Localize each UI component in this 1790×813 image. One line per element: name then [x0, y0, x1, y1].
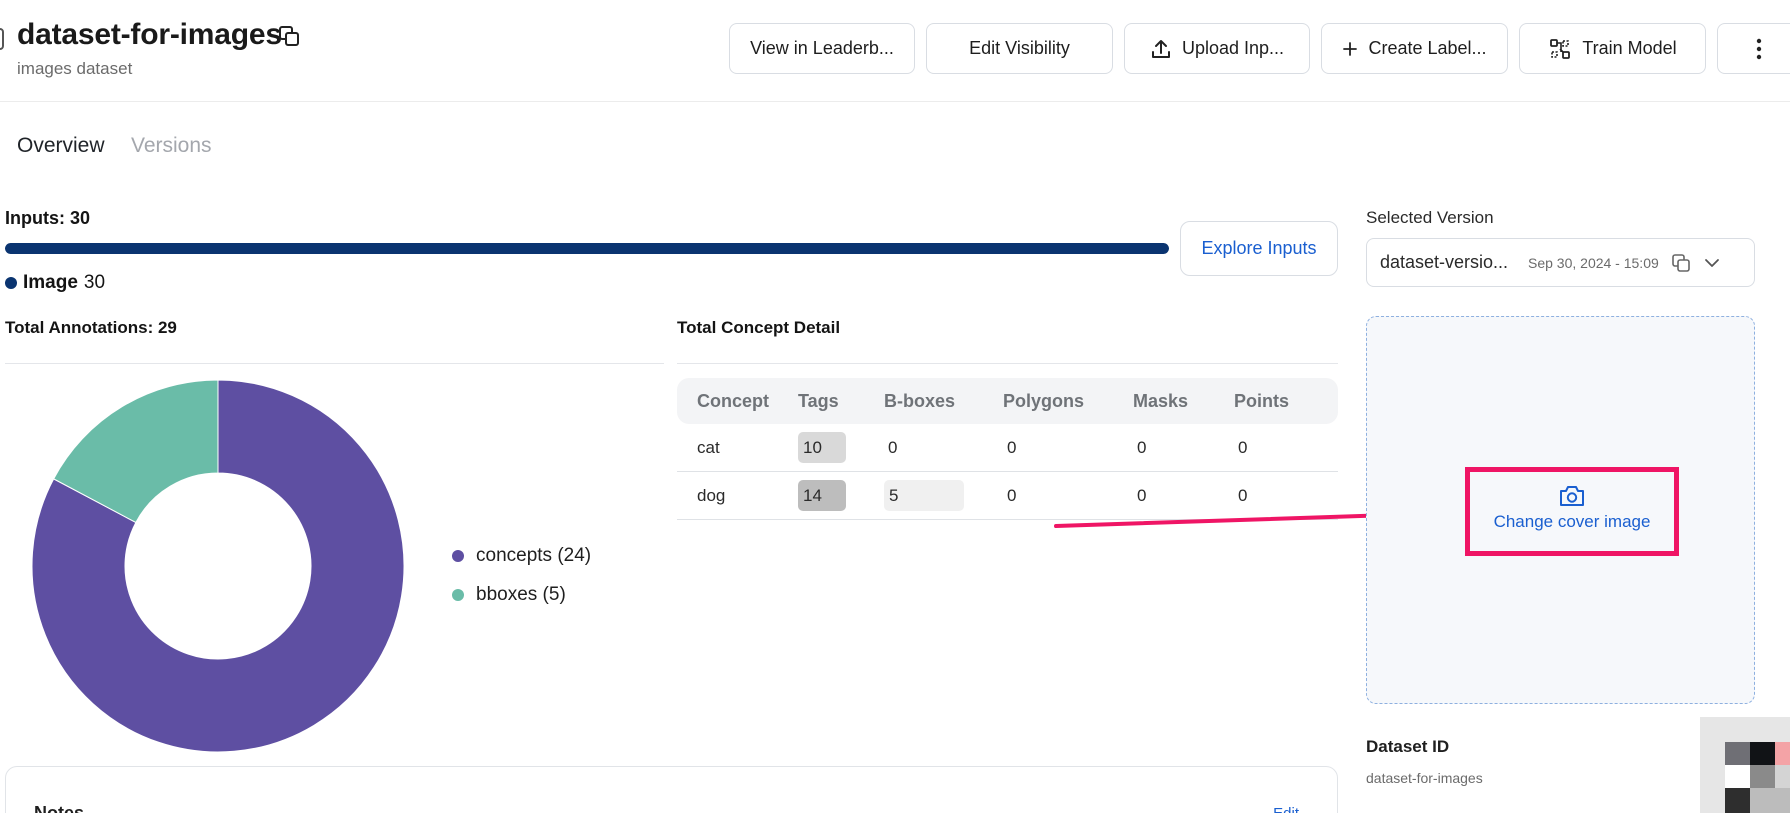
notes-card: Notes Edit [5, 766, 1338, 813]
cell-tags: 10 [798, 432, 846, 463]
cell-concept: cat [697, 437, 720, 457]
copy-icon[interactable] [278, 25, 300, 47]
cell-polygons: 0 [1007, 437, 1017, 457]
cell-points: 0 [1238, 437, 1248, 457]
tab-overview[interactable]: Overview [17, 134, 105, 158]
cell-masks: 0 [1137, 437, 1147, 457]
col-masks[interactable]: Masks [1133, 391, 1234, 412]
image-legend: Image 30 [5, 272, 105, 294]
legend-item-concepts[interactable]: concepts (24) [452, 536, 591, 575]
image-legend-count: 30 [83, 272, 106, 293]
cell-tags: 14 [798, 480, 846, 511]
edit-visibility-label: Edit Visibility [969, 38, 1070, 58]
plus-icon [1343, 41, 1358, 56]
view-in-leaderboard-label: View in Leaderb... [750, 38, 894, 58]
col-points[interactable]: Points [1234, 391, 1338, 412]
col-concept[interactable]: Concept [677, 391, 798, 412]
version-select[interactable]: dataset-versio... Sep 30, 2024 - 15:09 [1366, 238, 1755, 287]
create-labels-label: Create Label... [1368, 38, 1487, 58]
dataset-description: images dataset [17, 59, 133, 78]
notes-label: Notes [34, 803, 85, 813]
concept-detail-title: Total Concept Detail [677, 318, 841, 337]
upload-inputs-label: Upload Inp... [1181, 38, 1285, 58]
page-header: dataset-for-images images dataset View i… [0, 0, 1790, 102]
copy-version-icon[interactable] [1671, 253, 1691, 273]
legend-label-concepts: concepts (24) [476, 544, 592, 566]
edit-visibility-button[interactable]: Edit Visibility [926, 23, 1113, 74]
change-cover-image-label: Change cover image [1493, 512, 1651, 531]
cell-bboxes: 5 [884, 480, 964, 511]
image-legend-label: Image [23, 272, 78, 293]
pixelated-thumbnail [1700, 717, 1790, 813]
legend-dot-concepts [452, 549, 464, 562]
tab-versions[interactable]: Versions [131, 134, 212, 158]
model-icon [1550, 38, 1571, 59]
cell-concept: dog [697, 485, 726, 505]
create-labels-button[interactable]: Create Label... [1321, 23, 1508, 74]
inputs-progress-bar [5, 243, 1169, 254]
col-polygons[interactable]: Polygons [1003, 391, 1133, 412]
legend-label-bboxes: bboxes (5) [476, 583, 566, 605]
more-options-button[interactable] [1717, 23, 1790, 74]
donut-legend: concepts (24) bboxes (5) [452, 536, 591, 614]
table-row[interactable]: cat 10 0 0 0 0 [677, 424, 1338, 472]
legend-dot-bboxes [452, 588, 464, 601]
train-model-button[interactable]: Train Model [1519, 23, 1706, 74]
kebab-menu-icon [1756, 38, 1762, 59]
annotations-donut-chart [32, 380, 404, 752]
train-model-label: Train Model [1582, 38, 1677, 58]
cell-polygons: 0 [1007, 485, 1017, 505]
col-tags[interactable]: Tags [798, 391, 884, 412]
selected-version-label: Selected Version [1366, 208, 1494, 227]
dataset-id-label: Dataset ID [1366, 737, 1450, 756]
legend-item-bboxes[interactable]: bboxes (5) [452, 575, 591, 614]
back-handle[interactable] [0, 28, 4, 50]
dataset-title: dataset-for-images [17, 18, 282, 51]
upload-icon [1151, 39, 1170, 58]
camera-icon [1560, 486, 1584, 506]
inputs-progress-fill [5, 243, 1169, 254]
dataset-id-value: dataset-for-images [1366, 770, 1483, 786]
image-legend-dot [5, 277, 17, 289]
version-name: dataset-versio... [1380, 252, 1509, 272]
upload-inputs-button[interactable]: Upload Inp... [1124, 23, 1310, 74]
chevron-down-icon[interactable] [1703, 254, 1721, 272]
change-cover-image-button[interactable]: Change cover image [1472, 484, 1672, 532]
concept-divider [677, 363, 1338, 364]
annotations-divider [5, 363, 664, 364]
cell-bboxes: 0 [888, 437, 898, 457]
col-bboxes[interactable]: B-boxes [884, 391, 1003, 412]
table-header: Concept Tags B-boxes Polygons Masks Poin… [677, 378, 1338, 424]
inputs-count: Inputs: 30 [5, 208, 91, 228]
total-annotations-title: Total Annotations: 29 [5, 318, 177, 337]
view-in-leaderboard-button[interactable]: View in Leaderb... [729, 23, 915, 74]
version-date: Sep 30, 2024 - 15:09 [1528, 254, 1659, 271]
notes-edit-link[interactable]: Edit [1273, 805, 1299, 813]
explore-inputs-button[interactable]: Explore Inputs [1180, 221, 1338, 276]
